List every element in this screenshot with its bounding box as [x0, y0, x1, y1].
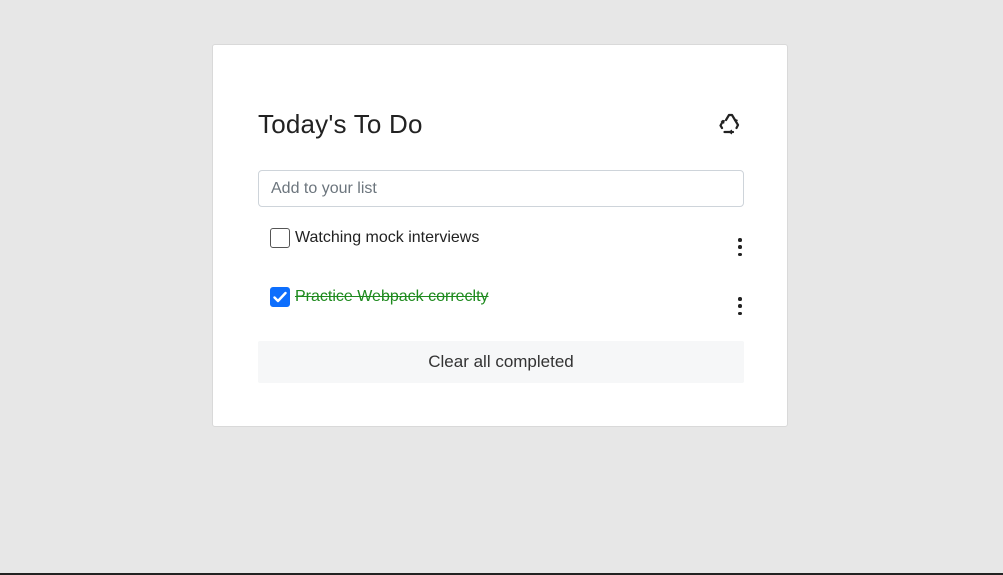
refresh-button[interactable]: [715, 109, 745, 139]
task-checkbox[interactable]: [270, 228, 290, 248]
page-title: Today's To Do: [258, 109, 423, 139]
task-checkbox[interactable]: [270, 287, 290, 307]
more-vertical-icon[interactable]: [735, 237, 745, 257]
card-header: Today's To Do: [258, 105, 745, 145]
recycle-icon: [719, 113, 740, 135]
checkmark-icon: [273, 291, 287, 303]
clear-completed-button[interactable]: Clear all completed: [258, 341, 744, 383]
task-label: Practice Webpack correclty: [295, 288, 489, 305]
task-label: Watching mock interviews: [295, 229, 480, 246]
list-item: Watching mock interviews: [258, 223, 745, 263]
todo-card: Today's To Do Watching mock interviews: [212, 44, 788, 427]
list-item: Practice Webpack correclty: [258, 282, 745, 322]
add-item-input[interactable]: [258, 170, 744, 207]
more-vertical-icon[interactable]: [735, 296, 745, 316]
